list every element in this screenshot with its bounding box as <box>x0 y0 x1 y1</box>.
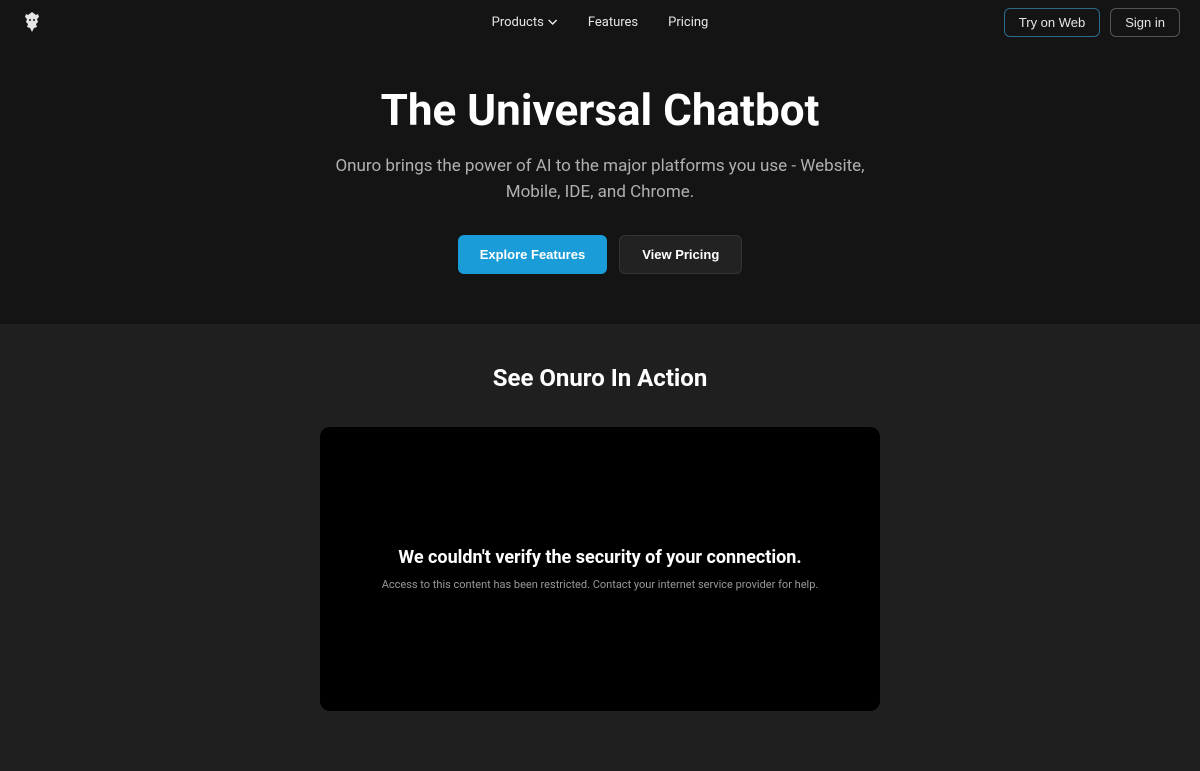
nav-features[interactable]: Features <box>588 15 638 30</box>
nav-pricing[interactable]: Pricing <box>668 15 708 30</box>
chevron-down-icon <box>548 17 558 27</box>
hero-title: The Universal Chatbot <box>20 84 1180 136</box>
logo[interactable] <box>20 10 44 34</box>
video-error-text: Access to this content has been restrict… <box>360 578 840 591</box>
logo-icon <box>20 10 44 34</box>
nav-products[interactable]: Products <box>492 15 558 30</box>
view-pricing-button[interactable]: View Pricing <box>619 235 742 274</box>
explore-features-button[interactable]: Explore Features <box>458 235 608 274</box>
video-container: We couldn't verify the security of your … <box>320 427 880 711</box>
header: Products Features Pricing Try on Web Sig… <box>0 0 1200 44</box>
nav-products-label: Products <box>492 15 544 30</box>
section-title: See Onuro In Action <box>20 364 1180 392</box>
nav: Products Features Pricing <box>492 15 709 30</box>
nav-features-label: Features <box>588 15 638 30</box>
nav-pricing-label: Pricing <box>668 15 708 30</box>
sign-in-button[interactable]: Sign in <box>1110 8 1180 37</box>
hero-section: The Universal Chatbot Onuro brings the p… <box>0 44 1200 324</box>
header-actions: Try on Web Sign in <box>1004 8 1180 37</box>
demo-section: See Onuro In Action We couldn't verify t… <box>0 324 1200 771</box>
try-on-web-button[interactable]: Try on Web <box>1004 8 1100 37</box>
hero-subtitle: Onuro brings the power of AI to the majo… <box>320 154 880 205</box>
hero-buttons: Explore Features View Pricing <box>20 235 1180 274</box>
video-error-title: We couldn't verify the security of your … <box>360 547 840 568</box>
